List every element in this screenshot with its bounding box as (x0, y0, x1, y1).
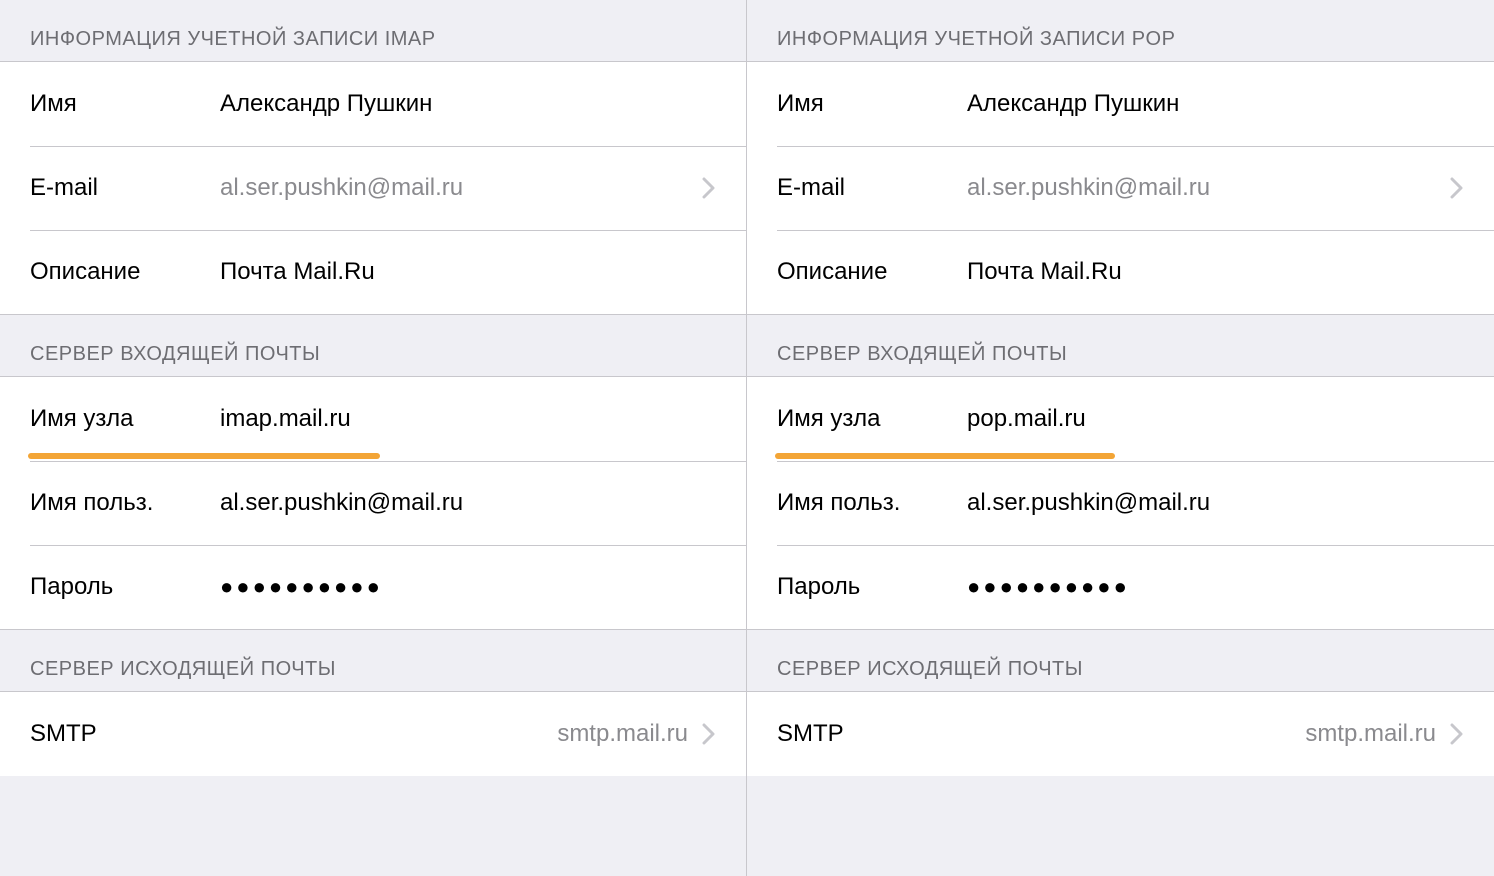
email-label: E-mail (777, 174, 967, 202)
outgoing-header: СЕРВЕР ИСХОДЯЩЕЙ ПОЧТЫ (747, 630, 1494, 691)
incoming-header: СЕРВЕР ВХОДЯЩЕЙ ПОЧТЫ (0, 315, 746, 376)
user-row[interactable]: Имя польз. al.ser.pushkin@mail.ru (747, 461, 1494, 545)
description-label: Описание (30, 258, 220, 286)
outgoing-header: СЕРВЕР ИСХОДЯЩЕЙ ПОЧТЫ (0, 630, 746, 691)
password-value: ●●●●●●●●●● (967, 574, 1464, 600)
name-label: Имя (777, 90, 967, 118)
user-value: al.ser.pushkin@mail.ru (220, 489, 716, 517)
host-row[interactable]: Имя узла imap.mail.ru (0, 377, 746, 461)
description-value: Почта Mail.Ru (220, 258, 716, 286)
description-row[interactable]: Описание Почта Mail.Ru (747, 230, 1494, 314)
incoming-list: Имя узла imap.mail.ru Имя польз. al.ser.… (0, 376, 746, 630)
account-info-header: ИНФОРМАЦИЯ УЧЕТНОЙ ЗАПИСИ POP (747, 0, 1494, 61)
description-label: Описание (777, 258, 967, 286)
host-label: Имя узла (30, 405, 220, 433)
account-info-list: Имя Александр Пушкин E-mail al.ser.pushk… (0, 61, 746, 315)
account-info-header: ИНФОРМАЦИЯ УЧЕТНОЙ ЗАПИСИ IMAP (0, 0, 746, 61)
highlight-underline (775, 453, 1115, 459)
email-label: E-mail (30, 174, 220, 202)
smtp-value: smtp.mail.ru (220, 720, 698, 748)
host-row[interactable]: Имя узла pop.mail.ru (747, 377, 1494, 461)
password-row[interactable]: Пароль ●●●●●●●●●● (747, 545, 1494, 629)
host-value: imap.mail.ru (220, 405, 716, 433)
password-label: Пароль (777, 573, 967, 601)
name-label: Имя (30, 90, 220, 118)
password-value: ●●●●●●●●●● (220, 574, 716, 600)
name-value: Александр Пушкин (967, 90, 1464, 118)
host-value: pop.mail.ru (967, 405, 1464, 433)
user-row[interactable]: Имя польз. al.ser.pushkin@mail.ru (0, 461, 746, 545)
smtp-row[interactable]: SMTP smtp.mail.ru (747, 692, 1494, 776)
smtp-label: SMTP (30, 720, 220, 748)
name-row[interactable]: Имя Александр Пушкин (747, 62, 1494, 146)
email-row[interactable]: E-mail al.ser.pushkin@mail.ru (747, 146, 1494, 230)
name-row[interactable]: Имя Александр Пушкин (0, 62, 746, 146)
account-info-list: Имя Александр Пушкин E-mail al.ser.pushk… (747, 61, 1494, 315)
user-label: Имя польз. (30, 489, 220, 517)
smtp-row[interactable]: SMTP smtp.mail.ru (0, 692, 746, 776)
chevron-right-icon (1450, 722, 1464, 746)
outgoing-list: SMTP smtp.mail.ru (0, 691, 746, 776)
chevron-right-icon (1450, 176, 1464, 200)
description-value: Почта Mail.Ru (967, 258, 1464, 286)
email-value: al.ser.pushkin@mail.ru (967, 174, 1446, 202)
description-row[interactable]: Описание Почта Mail.Ru (0, 230, 746, 314)
outgoing-list: SMTP smtp.mail.ru (747, 691, 1494, 776)
user-label: Имя польз. (777, 489, 967, 517)
chevron-right-icon (702, 722, 716, 746)
pop-panel: ИНФОРМАЦИЯ УЧЕТНОЙ ЗАПИСИ POP Имя Алекса… (747, 0, 1494, 876)
smtp-value: smtp.mail.ru (967, 720, 1446, 748)
email-row[interactable]: E-mail al.ser.pushkin@mail.ru (0, 146, 746, 230)
highlight-underline (28, 453, 380, 459)
smtp-label: SMTP (777, 720, 967, 748)
password-label: Пароль (30, 573, 220, 601)
chevron-right-icon (702, 176, 716, 200)
incoming-list: Имя узла pop.mail.ru Имя польз. al.ser.p… (747, 376, 1494, 630)
user-value: al.ser.pushkin@mail.ru (967, 489, 1464, 517)
password-row[interactable]: Пароль ●●●●●●●●●● (0, 545, 746, 629)
email-value: al.ser.pushkin@mail.ru (220, 174, 698, 202)
host-label: Имя узла (777, 405, 967, 433)
imap-panel: ИНФОРМАЦИЯ УЧЕТНОЙ ЗАПИСИ IMAP Имя Алекс… (0, 0, 747, 876)
name-value: Александр Пушкин (220, 90, 716, 118)
incoming-header: СЕРВЕР ВХОДЯЩЕЙ ПОЧТЫ (747, 315, 1494, 376)
